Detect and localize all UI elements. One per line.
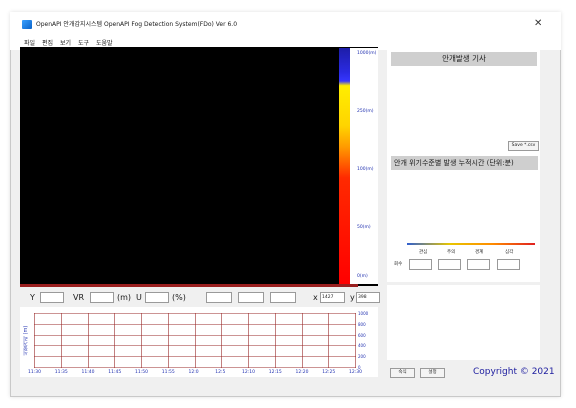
fog-camera-view[interactable]: [20, 47, 378, 286]
level-color-strip: [407, 243, 535, 245]
vr-label: VR: [73, 293, 85, 302]
level-count-box-2[interactable]: [467, 259, 490, 270]
level-label-0: 관심: [419, 250, 428, 255]
count-row-label: 회수: [394, 262, 403, 267]
visibility-colorbar: [339, 48, 350, 284]
graph-xtick-label: 11:50: [135, 370, 148, 375]
settings-button[interactable]: 설정: [420, 368, 445, 378]
level-label-2: 경계: [475, 250, 484, 255]
extra-input-2[interactable]: [238, 292, 264, 303]
graph-xtick-label: 12:5: [215, 370, 226, 375]
graph-xtick-label: 11:45: [108, 370, 122, 375]
graph-xtick-label: 12:30: [349, 370, 362, 375]
y-label: Y: [30, 293, 35, 302]
x-coord-input[interactable]: 1427: [320, 292, 345, 303]
graph-xtick-label: 12:20: [295, 370, 309, 375]
copyright-text: Copyright © 2021: [473, 367, 555, 377]
graph-ytick-label: 1000: [358, 311, 369, 316]
u-unit-label: (%): [172, 293, 186, 302]
camera-view-bottom-band: [20, 284, 358, 287]
graph-ytick-label: 800: [358, 321, 366, 327]
graph-y-axis-label: 시정거리 (m): [23, 325, 29, 356]
y-coord-label: y: [350, 293, 355, 302]
graph-xtick-label: 12:15: [268, 370, 282, 375]
graph-xtick-label: 11:35: [54, 370, 68, 375]
close-icon[interactable]: ✕: [534, 18, 542, 29]
vr-unit-label: (m): [117, 293, 132, 302]
level-count-box-1[interactable]: [438, 259, 461, 270]
graph-ytick-label: 400: [358, 343, 366, 349]
y-input[interactable]: [40, 292, 64, 303]
u-input[interactable]: [145, 292, 169, 303]
graph-xtick-label: 11:55: [161, 370, 175, 375]
extra-input-3[interactable]: [270, 292, 296, 303]
y-coord-input[interactable]: 398: [356, 292, 380, 303]
extra-input-1[interactable]: [206, 292, 232, 303]
colorbar-label-250: 250(m): [357, 109, 374, 114]
vr-input[interactable]: [90, 292, 114, 303]
level-label-3: 심각: [505, 250, 514, 255]
visibility-trend-graph: [34, 313, 356, 368]
graph-xtick-label: 11:40: [81, 370, 95, 375]
window-title: OpenAPI 안개감지시스템 OpenAPI Fog Detection Sy…: [36, 21, 238, 28]
colorbar-label-50: 50(m): [357, 225, 371, 230]
x-coord-label: x: [313, 293, 318, 302]
level-label-1: 주의: [447, 250, 456, 255]
colorbar-scale-panel: [350, 48, 378, 284]
graph-ytick-label: 600: [358, 332, 366, 338]
fog-report-header: 안개발생 기사: [391, 52, 537, 66]
graph-xtick-label: 12:25: [322, 370, 336, 375]
colorbar-label-100: 100(m): [357, 167, 374, 172]
level-count-box-3[interactable]: [497, 259, 520, 270]
level-count-box-0[interactable]: [409, 259, 432, 270]
fog-level-time-header: 안개 위기수준별 발생 누적시간 (단위:분): [391, 156, 538, 170]
graph-ytick-label: 200: [358, 354, 366, 360]
u-label: U: [136, 293, 142, 302]
save-csv-button[interactable]: Save *.csv: [508, 141, 539, 151]
graph-xtick-label: 12:10: [242, 370, 255, 375]
colorbar-label-1000: 1000(m): [357, 51, 377, 56]
graph-xtick-label: 11:30: [28, 370, 41, 375]
right-lower-panel: [387, 285, 540, 360]
graph-xtick-label: 12:0: [188, 370, 199, 375]
bottom-button-1[interactable]: 숙식: [390, 368, 415, 378]
colorbar-label-0: 0(m): [357, 274, 368, 279]
app-icon: [22, 20, 32, 29]
